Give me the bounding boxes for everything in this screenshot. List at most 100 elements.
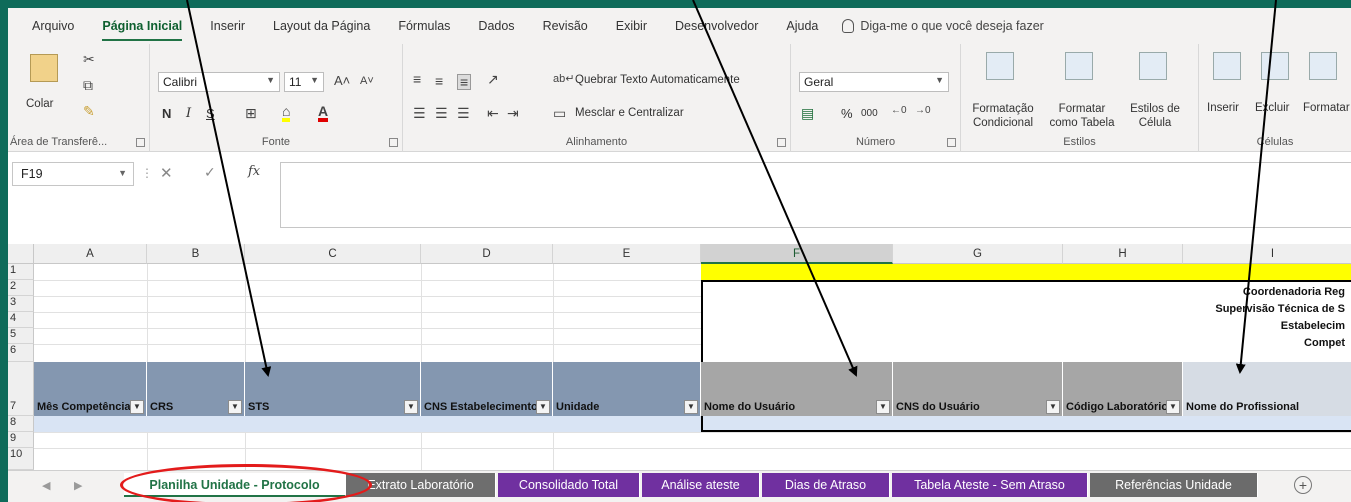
sheet-tab-referencias-unidade[interactable]: Referências Unidade: [1090, 473, 1258, 497]
format-as-table-button[interactable]: Formatar como Tabela: [1045, 102, 1119, 130]
cancel-icon[interactable]: ✕: [160, 164, 173, 182]
formula-input[interactable]: [280, 162, 1351, 228]
percent-button[interactable]: %: [841, 106, 853, 121]
column-header-i[interactable]: I: [1183, 244, 1351, 264]
font-color-icon[interactable]: A: [318, 104, 329, 122]
tab-dados[interactable]: Dados: [464, 19, 528, 33]
filter-dropdown-icon[interactable]: ▼: [1046, 400, 1060, 414]
filter-dropdown-icon[interactable]: ▼: [684, 400, 698, 414]
sheet-tab-consolidado-total[interactable]: Consolidado Total: [498, 473, 640, 497]
tab-ajuda[interactable]: Ajuda: [772, 19, 832, 33]
grow-font-icon[interactable]: A˄: [334, 74, 350, 87]
tab-arquivo[interactable]: Arquivo: [18, 19, 88, 33]
number-format-select[interactable]: Geral ▼: [799, 72, 949, 92]
paste-button[interactable]: Colar: [26, 98, 53, 110]
accounting-format-icon[interactable]: ▤: [801, 106, 814, 120]
header-cns-estabelecimento[interactable]: CNS Estabelecimento ▼: [421, 362, 553, 416]
tab-pagina-inicial[interactable]: Página Inicial: [88, 19, 196, 41]
header-sts[interactable]: STS ▼: [245, 362, 421, 416]
confirm-icon[interactable]: ✓: [204, 164, 216, 181]
column-header-h[interactable]: H: [1063, 244, 1183, 264]
column-header-d[interactable]: D: [421, 244, 553, 264]
conditional-format-button[interactable]: Formatação Condicional: [967, 102, 1039, 130]
decrease-decimal-icon[interactable]: →0: [915, 106, 931, 116]
row-header-1[interactable]: 1: [8, 264, 34, 280]
tell-me-box[interactable]: Diga-me o que você deseja fazer: [832, 19, 1044, 33]
font-size-select[interactable]: 11 ▼: [284, 72, 324, 92]
sheet-tab-dias-atraso[interactable]: Dias de Atraso: [762, 473, 890, 497]
row-header-6[interactable]: 6: [8, 344, 34, 362]
header-codigo-laboratorio[interactable]: Código Laboratório ▼: [1063, 362, 1183, 416]
align-center-icon[interactable]: ☰: [435, 106, 448, 120]
fill-color-icon[interactable]: ⌂: [282, 104, 291, 122]
italic-button[interactable]: I: [186, 106, 191, 121]
header-cns-usuario[interactable]: CNS do Usuário ▼: [893, 362, 1063, 416]
format-cells-button[interactable]: Formatar: [1303, 102, 1350, 114]
row-header-9[interactable]: 9: [8, 432, 34, 448]
insert-cells-button[interactable]: Inserir: [1207, 102, 1239, 114]
tab-layout[interactable]: Layout da Página: [259, 19, 384, 33]
column-header-e[interactable]: E: [553, 244, 701, 264]
header-nome-profissional[interactable]: Nome do Profissional: [1183, 362, 1351, 416]
align-top-icon[interactable]: ≡: [413, 72, 421, 86]
thousands-button[interactable]: 000: [861, 108, 878, 119]
align-middle-icon[interactable]: ≡: [435, 74, 443, 88]
filter-dropdown-icon[interactable]: ▼: [536, 400, 550, 414]
add-sheet-icon[interactable]: +: [1294, 476, 1312, 494]
insert-function-button[interactable]: fx: [248, 164, 260, 179]
orientation-icon[interactable]: ↗: [487, 72, 499, 86]
increase-indent-icon[interactable]: ⇥: [507, 106, 519, 120]
name-box[interactable]: F19 ▼: [12, 162, 134, 186]
borders-icon[interactable]: ⊞: [245, 106, 257, 120]
increase-decimal-icon[interactable]: ←0: [891, 106, 907, 116]
row-header-4[interactable]: 4: [8, 312, 34, 328]
filter-dropdown-icon[interactable]: ▼: [228, 400, 242, 414]
header-nome-usuario[interactable]: Nome do Usuário ▼: [701, 362, 893, 416]
tab-revisao[interactable]: Revisão: [529, 19, 602, 33]
wrap-text-button[interactable]: Quebrar Texto Automaticamente: [575, 74, 740, 86]
clipboard-launcher-icon[interactable]: [136, 138, 145, 147]
filter-dropdown-icon[interactable]: ▼: [404, 400, 418, 414]
column-header-g[interactable]: G: [893, 244, 1063, 264]
bold-button[interactable]: N: [162, 106, 171, 121]
decrease-indent-icon[interactable]: ⇤: [487, 106, 499, 120]
alignment-launcher-icon[interactable]: [777, 138, 786, 147]
filter-dropdown-icon[interactable]: ▼: [130, 400, 144, 414]
sheet-tab-analise-ateste[interactable]: Análise ateste: [642, 473, 760, 497]
copy-icon[interactable]: ⧉: [83, 78, 93, 92]
merge-center-button[interactable]: Mesclar e Centralizar: [575, 107, 684, 119]
format-painter-icon[interactable]: ✎: [83, 104, 95, 118]
align-bottom-icon[interactable]: ≡: [457, 74, 472, 90]
header-mes-competencia[interactable]: Mês Competência ▼: [34, 362, 147, 416]
row-header-7[interactable]: 7: [8, 362, 34, 416]
row-header-10[interactable]: 10: [8, 448, 34, 470]
delete-cells-button[interactable]: Excluir: [1255, 102, 1290, 114]
column-header-c[interactable]: C: [245, 244, 421, 264]
header-unidade[interactable]: Unidade ▼: [553, 362, 701, 416]
row-8-cells-left[interactable]: [34, 416, 701, 432]
filter-dropdown-icon[interactable]: ▼: [876, 400, 890, 414]
sheet-tab-tabela-ateste[interactable]: Tabela Ateste - Sem Atraso: [892, 473, 1088, 497]
row-header-2[interactable]: 2: [8, 280, 34, 296]
row-8-cells-right[interactable]: [701, 416, 1351, 432]
align-left-icon[interactable]: ☰: [413, 106, 426, 120]
column-header-b[interactable]: B: [147, 244, 245, 264]
row-header-5[interactable]: 5: [8, 328, 34, 344]
tab-desenvolvedor[interactable]: Desenvolvedor: [661, 19, 772, 33]
row-header-8[interactable]: 8: [8, 416, 34, 432]
number-launcher-icon[interactable]: [947, 138, 956, 147]
next-sheet-icon[interactable]: ▶: [74, 479, 82, 492]
font-launcher-icon[interactable]: [389, 138, 398, 147]
align-right-icon[interactable]: ☰: [457, 106, 470, 120]
prev-sheet-icon[interactable]: ◀: [42, 479, 50, 492]
filter-dropdown-icon[interactable]: ▼: [1166, 400, 1180, 414]
tab-formulas[interactable]: Fórmulas: [384, 19, 464, 33]
tab-exibir[interactable]: Exibir: [602, 19, 661, 33]
shrink-font-icon[interactable]: A˅: [360, 76, 374, 87]
paste-icon[interactable]: [30, 54, 58, 82]
select-all-button[interactable]: [8, 244, 34, 264]
tab-inserir[interactable]: Inserir: [196, 19, 259, 33]
underline-button[interactable]: S: [206, 106, 215, 121]
cut-icon[interactable]: ✂: [83, 52, 95, 66]
row-header-3[interactable]: 3: [8, 296, 34, 312]
